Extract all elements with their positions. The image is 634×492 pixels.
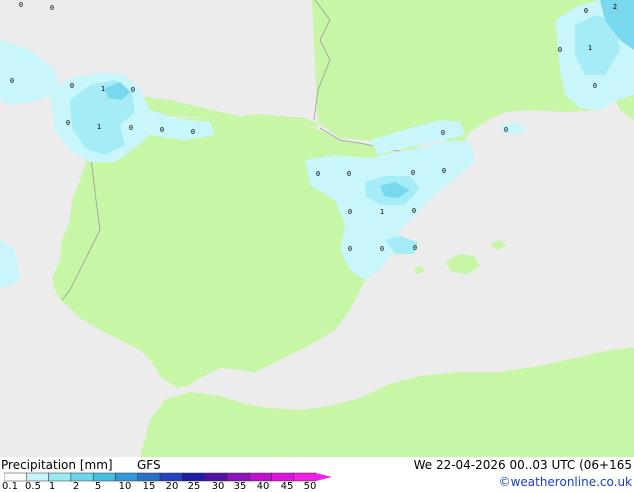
value-label: 0 xyxy=(70,82,74,90)
scale-tick-label: 35 xyxy=(233,481,247,492)
scale-tick-label: 5 xyxy=(94,481,102,492)
scale-cell xyxy=(4,472,27,482)
forecast-datetime: We 22-04-2026 00..03 UTC (06+165 xyxy=(413,458,632,472)
scale-cell xyxy=(182,472,205,482)
value-label: 0 xyxy=(316,170,320,178)
scale-tick-label: 0.5 xyxy=(25,481,41,492)
scale-tick-label: 20 xyxy=(165,481,179,492)
scale-cell xyxy=(293,472,317,482)
value-label: 2 xyxy=(613,3,617,11)
value-label: 0 xyxy=(441,129,445,137)
precipitation-map: 0 0 0 1 0 1 0 0 0 0 0 0 0 0 0 1 0 0 0 0 … xyxy=(0,0,634,457)
scale-cell xyxy=(137,472,161,482)
scale-tick-label: 10 xyxy=(118,481,132,492)
scale-tick-label: 15 xyxy=(142,481,156,492)
scale-tick-label: 30 xyxy=(211,481,225,492)
scale-tick-label: 1 xyxy=(48,481,56,492)
value-label: 0 xyxy=(19,1,23,9)
value-label: 0 xyxy=(380,245,384,253)
value-label: 0 xyxy=(10,77,14,85)
model-name: GFS xyxy=(137,458,161,472)
scale-cell xyxy=(159,472,183,482)
scale-cell xyxy=(70,472,94,482)
value-label: 0 xyxy=(131,86,135,94)
scale-cell xyxy=(204,472,228,482)
value-label: 0 xyxy=(442,167,446,175)
value-label: 1 xyxy=(97,123,101,131)
value-label: 0 xyxy=(66,119,70,127)
scale-cell xyxy=(48,472,72,482)
scale-arrow xyxy=(316,473,332,481)
scale-tick-label: 45 xyxy=(280,481,294,492)
site-credit[interactable]: ©weatheronline.co.uk xyxy=(499,475,632,489)
scale-cell xyxy=(271,472,295,482)
value-label: 1 xyxy=(588,44,592,52)
value-label: 0 xyxy=(348,245,352,253)
map-title: Precipitation [mm] xyxy=(1,458,113,472)
scale-cell xyxy=(115,472,139,482)
scale-cell xyxy=(92,472,116,482)
value-label: 0 xyxy=(160,126,164,134)
value-label: 0 xyxy=(584,7,588,15)
value-label: 0 xyxy=(413,244,417,252)
map-footer: Precipitation [mm] GFS We 22-04-2026 00.… xyxy=(0,457,634,492)
value-label: 0 xyxy=(411,169,415,177)
value-label: 1 xyxy=(380,208,384,216)
value-label: 0 xyxy=(191,128,195,136)
value-label: 0 xyxy=(558,46,562,54)
value-label: 0 xyxy=(412,207,416,215)
scale-cell xyxy=(26,472,49,482)
value-label: 0 xyxy=(593,82,597,90)
scale-tick-label: 25 xyxy=(187,481,201,492)
scale-tick-label: 2 xyxy=(72,481,80,492)
scale-tick-label: 50 xyxy=(303,481,317,492)
scale-tick-label: 0.1 xyxy=(2,481,18,492)
value-label: 0 xyxy=(504,126,508,134)
value-label: 0 xyxy=(129,124,133,132)
value-label: 0 xyxy=(50,4,54,12)
scale-cell xyxy=(226,472,250,482)
scale-tick-label: 40 xyxy=(256,481,270,492)
scale-cell xyxy=(249,472,272,482)
value-label: 0 xyxy=(347,170,351,178)
value-label: 0 xyxy=(348,208,352,216)
value-label: 1 xyxy=(101,85,105,93)
